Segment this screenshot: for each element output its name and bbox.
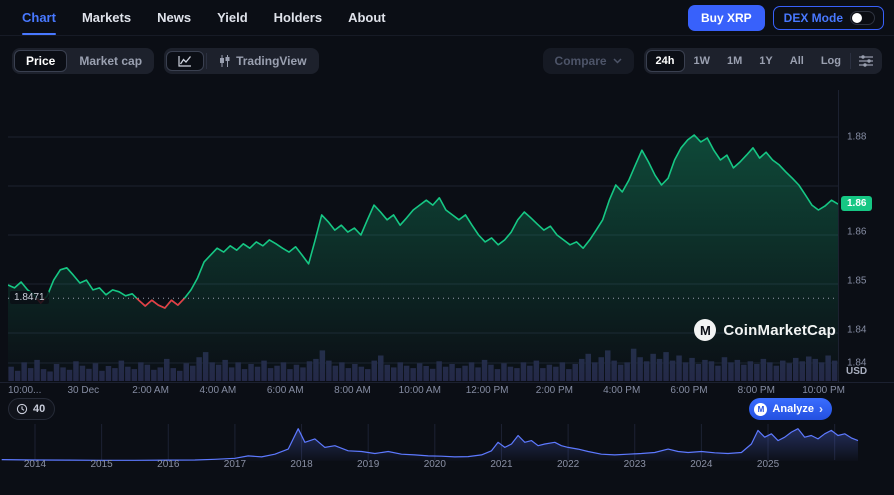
price-tab[interactable]: Price (14, 50, 68, 72)
time-range-group: 24h 1W 1M 1Y All Log (643, 48, 882, 74)
buy-xrp-button[interactable]: Buy XRP (687, 4, 765, 31)
sliders-icon (859, 55, 873, 67)
divider (850, 53, 851, 69)
time-axis-label: 4:00 AM (199, 385, 237, 396)
year-label: 2025 (756, 459, 780, 470)
time-axis-label: 6:00 AM (266, 385, 304, 396)
candlestick-icon (220, 55, 230, 67)
year-label: 2021 (490, 459, 513, 470)
nav-tabs: Chart Markets News Yield Holders About (22, 0, 386, 35)
time-axis-label: 2:00 AM (132, 385, 169, 396)
year-label: 2017 (223, 459, 247, 470)
year-label: 2014 (23, 459, 47, 470)
line-chart-icon (178, 56, 192, 67)
history-brush-chart[interactable] (0, 424, 894, 462)
dex-mode-button[interactable]: DEX Mode (772, 5, 884, 30)
cmc-watermark: M CoinMarketCap (694, 319, 836, 341)
year-label: 2018 (290, 459, 313, 470)
time-axis-label: 2:00 PM (535, 385, 574, 396)
price-chart-area: 1.88 1.86 1.85 1.84 1.84 1.86 1.8471 USD M C… (0, 90, 894, 383)
compare-button[interactable]: Compare (542, 48, 634, 74)
history-icon (16, 403, 28, 415)
year-label: 2020 (423, 459, 446, 470)
time-axis-label: 10:00... (8, 385, 42, 396)
chart-toolbar: Price Market cap TradingView Compare 24h… (0, 46, 894, 76)
history-count: 40 (33, 403, 46, 415)
range-button-1w[interactable]: 1W (686, 50, 719, 72)
compare-label: Compare (554, 54, 607, 68)
coin-chart-page: Chart Markets News Yield Holders About Buy XR… (0, 0, 894, 495)
header-actions: Buy XRP DEX Mode (687, 4, 884, 31)
time-axis-label: 4:00 PM (603, 385, 641, 396)
chart-footer: 40 M Analyze › (8, 398, 886, 420)
chevron-right-icon: › (819, 402, 823, 416)
year-label: 2015 (90, 459, 113, 470)
range-button-all[interactable]: All (782, 50, 812, 72)
toggle-knob-icon (852, 12, 862, 23)
year-label: 2022 (556, 459, 580, 470)
range-button-1y[interactable]: 1Y (751, 50, 780, 72)
current-price-badge: 1.86 (841, 196, 873, 212)
nav-tab-chart[interactable]: Chart (22, 0, 56, 35)
nav-tab-yield[interactable]: Yield (217, 0, 248, 35)
price-metric-toggle: Price Market cap (12, 48, 155, 74)
year-label: 2016 (157, 459, 180, 470)
cmc-logo-icon: M (694, 319, 717, 341)
axis-unit-label: USD (846, 366, 868, 377)
tradingview-button[interactable]: TradingView (209, 50, 316, 72)
nav-tab-holders[interactable]: Holders (274, 0, 322, 35)
time-axis-label: 8:00 PM (737, 385, 775, 396)
chart-type-group: TradingView (164, 48, 319, 74)
dex-mode-label: DEX Mode (783, 10, 843, 25)
price-axis: 1.88 1.86 1.85 1.84 1.84 (838, 90, 894, 383)
time-axis-label: 6:00 PM (670, 385, 708, 396)
time-axis-label: 10:00 PM (802, 385, 845, 396)
price-axis-label: 1.86 (847, 226, 867, 238)
time-axis-label: 12:00 PM (465, 385, 509, 396)
nav-tab-markets[interactable]: Markets (82, 0, 131, 35)
line-chart-button[interactable] (166, 51, 205, 71)
nav-tab-about[interactable]: About (348, 0, 386, 35)
divider (206, 53, 208, 69)
range-button-24h[interactable]: 24h (645, 50, 685, 72)
range-button-log[interactable]: Log (813, 50, 849, 72)
previous-close-label: 1.8471 (10, 291, 49, 305)
analyze-label: Analyze (772, 403, 814, 415)
history-badge[interactable]: 40 (8, 398, 56, 420)
watermark-text: CoinMarketCap (723, 321, 836, 339)
chevron-down-icon (613, 58, 622, 64)
year-label: 2023 (623, 459, 646, 470)
price-axis-label: 1.88 (847, 131, 867, 143)
time-axis-label: 10:00 AM (398, 385, 441, 396)
time-axis-label: 30 Dec (67, 385, 100, 396)
analyze-button[interactable]: M Analyze › (749, 398, 832, 420)
year-label: 2024 (690, 459, 713, 470)
tradingview-label: TradingView (236, 54, 307, 68)
dex-mode-toggle[interactable] (850, 10, 875, 25)
chart-settings-button[interactable] (852, 51, 880, 71)
year-label: 2019 (357, 459, 380, 470)
nav-tab-news[interactable]: News (157, 0, 191, 35)
cmc-logo-icon: M (754, 402, 768, 416)
header: Chart Markets News Yield Holders About Buy XR… (0, 0, 894, 36)
price-axis-label: 1.84 (847, 324, 867, 336)
time-axis: 10:00... 30 Dec 2:00 AM 4:00 AM 6:00 AM 8:00 … (8, 385, 868, 399)
history-years-axis: 2014 2015 2016 2017 2018 2019 2020 2021 2022 2023… (0, 459, 894, 471)
price-axis-label: 1.85 (847, 275, 867, 287)
market-cap-tab[interactable]: Market cap (69, 50, 152, 72)
time-axis-label: 8:00 AM (334, 385, 371, 396)
range-button-1m[interactable]: 1M (719, 50, 750, 72)
